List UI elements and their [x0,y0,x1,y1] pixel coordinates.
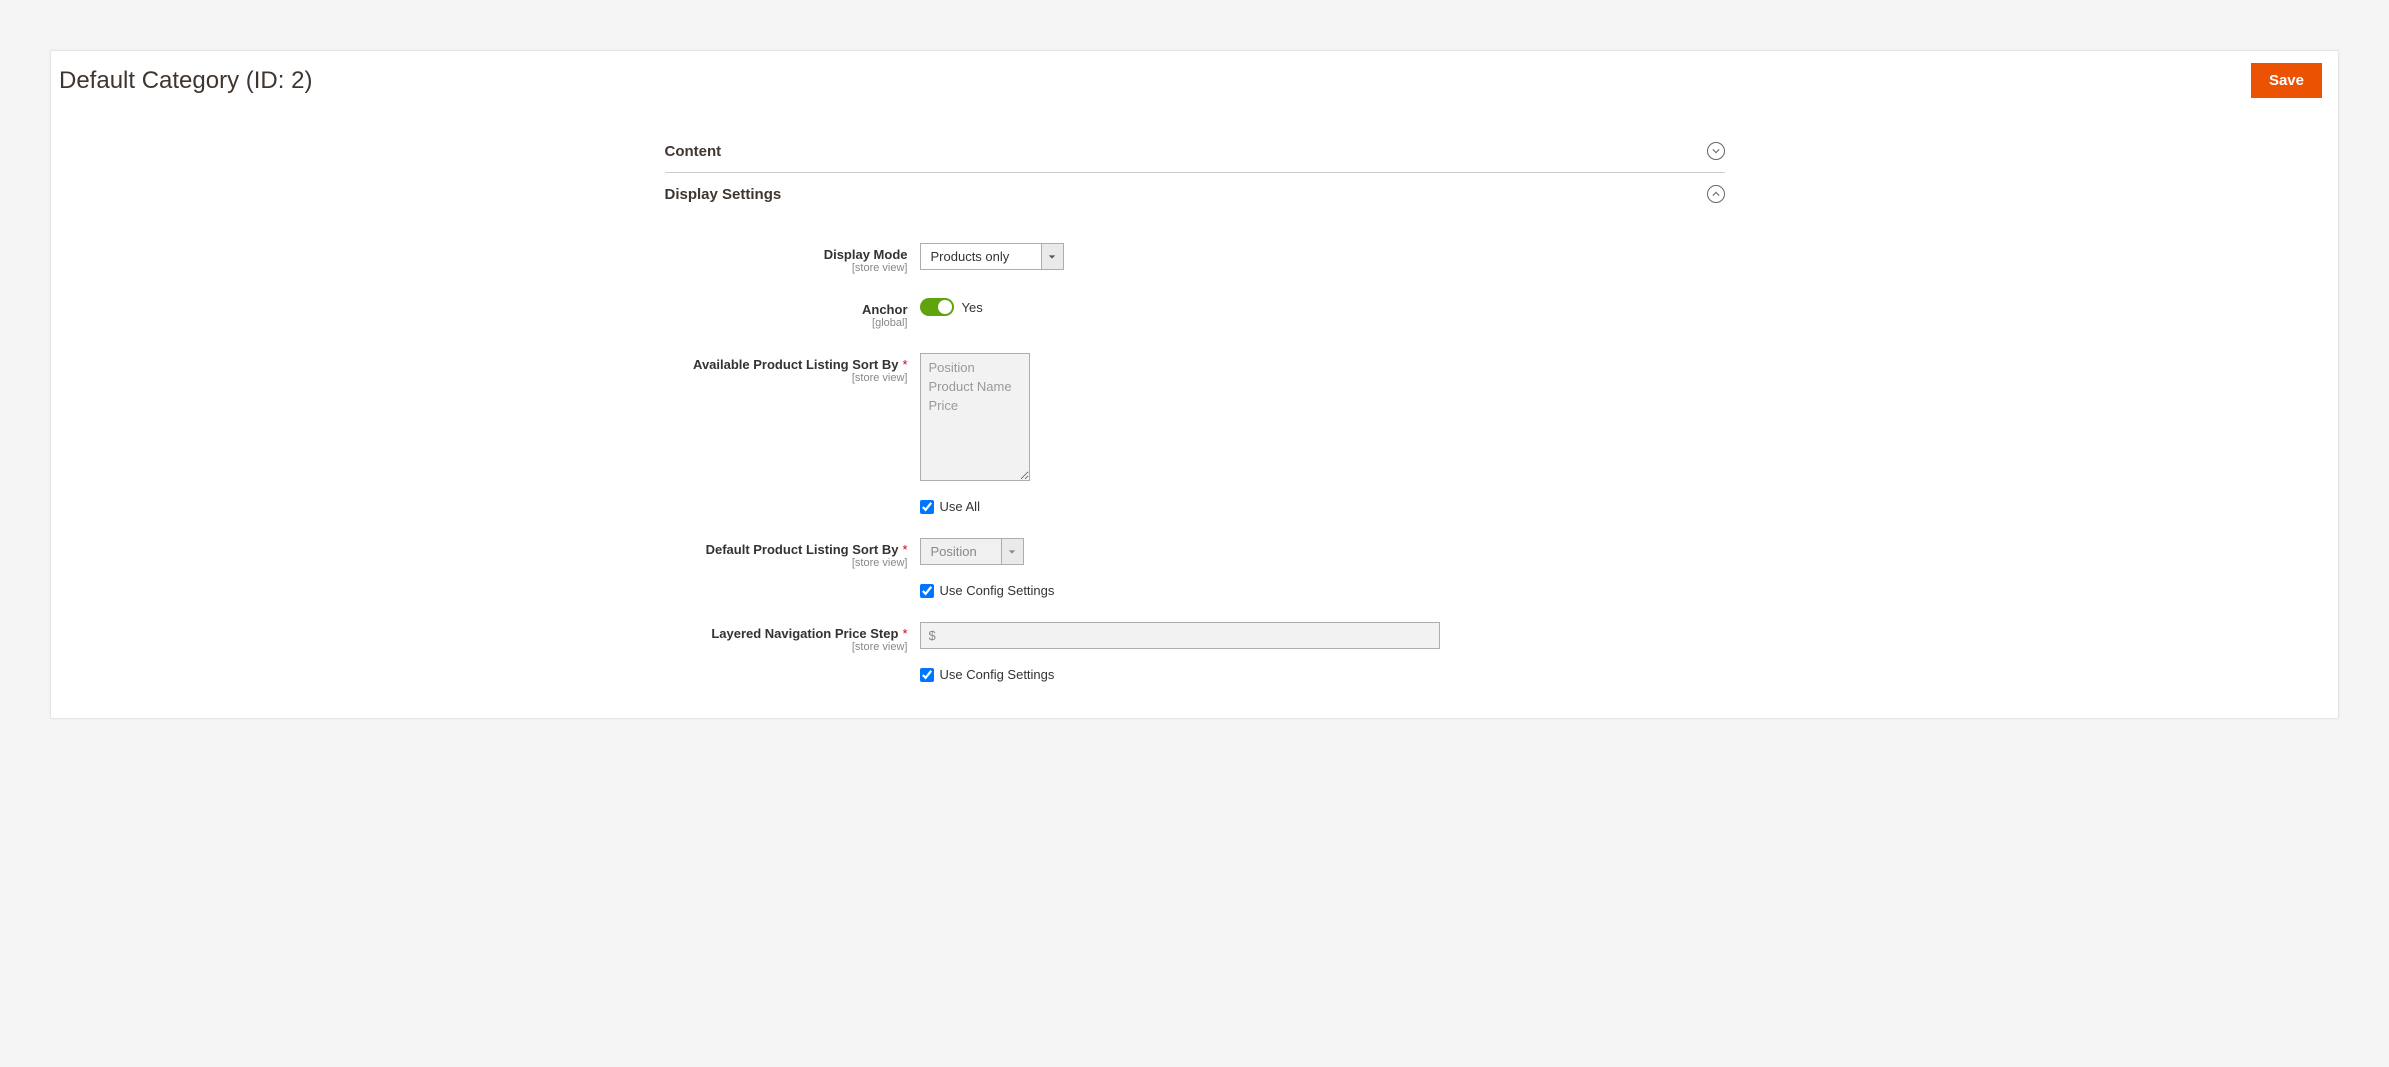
required-mark: * [902,626,907,641]
sort-option[interactable]: Price [929,398,1021,413]
use-config-price-step-checkbox[interactable] [920,668,934,682]
section-display-toggle[interactable]: Display Settings [665,173,1725,215]
row-anchor: Anchor [global] Yes [665,298,1725,329]
save-button[interactable]: Save [2251,63,2322,98]
anchor-toggle[interactable] [920,298,954,316]
display-mode-select[interactable]: Products only [920,243,1064,270]
section-content: Content [665,130,1725,173]
use-config-price-step-row[interactable]: Use Config Settings [920,667,1055,682]
display-mode-value: Products only [921,244,1041,269]
label-available-sort: Available Product Listing Sort By* [stor… [665,353,920,384]
section-display-settings: Display Settings Display Mode [store vie… [665,173,1725,682]
row-price-step: Layered Navigation Price Step* [store vi… [665,622,1725,682]
toggle-knob [938,300,952,314]
display-settings-body: Display Mode [store view] Products only [665,215,1725,682]
use-all-checkbox-row[interactable]: Use All [920,499,980,514]
label-default-sort: Default Product Listing Sort By* [store … [665,538,920,569]
label-price-step: Layered Navigation Price Step* [store vi… [665,622,920,653]
use-config-default-sort-row[interactable]: Use Config Settings [920,583,1055,598]
anchor-toggle-label: Yes [962,300,983,315]
chevron-down-icon [1707,142,1725,160]
sort-option[interactable]: Position [929,360,1021,375]
category-edit-card: Default Category (ID: 2) Save Content Di… [50,50,2339,719]
use-config-label: Use Config Settings [940,583,1055,598]
available-sort-multiselect[interactable]: Position Product Name Price [920,353,1030,481]
use-config-default-sort-checkbox[interactable] [920,584,934,598]
required-mark: * [902,357,907,372]
default-sort-value: Position [921,539,1001,564]
section-display-title: Display Settings [665,186,782,203]
page-title: Default Category (ID: 2) [57,67,312,95]
price-step-input [920,622,1440,649]
use-config-label: Use Config Settings [940,667,1055,682]
row-display-mode: Display Mode [store view] Products only [665,243,1725,274]
label-display-mode: Display Mode [store view] [665,243,920,274]
card-header: Default Category (ID: 2) Save [51,51,2338,110]
caret-down-icon [1041,244,1063,269]
caret-down-icon [1001,539,1023,564]
section-content-toggle[interactable]: Content [665,130,1725,173]
required-mark: * [902,542,907,557]
chevron-up-icon [1707,185,1725,203]
row-available-sort: Available Product Listing Sort By* [stor… [665,353,1725,532]
use-all-label: Use All [940,499,980,514]
use-all-checkbox[interactable] [920,500,934,514]
section-content-title: Content [665,143,722,160]
sort-option[interactable]: Product Name [929,379,1021,394]
row-default-sort: Default Product Listing Sort By* [store … [665,538,1725,616]
default-sort-select: Position [920,538,1024,565]
label-anchor: Anchor [global] [665,298,920,329]
